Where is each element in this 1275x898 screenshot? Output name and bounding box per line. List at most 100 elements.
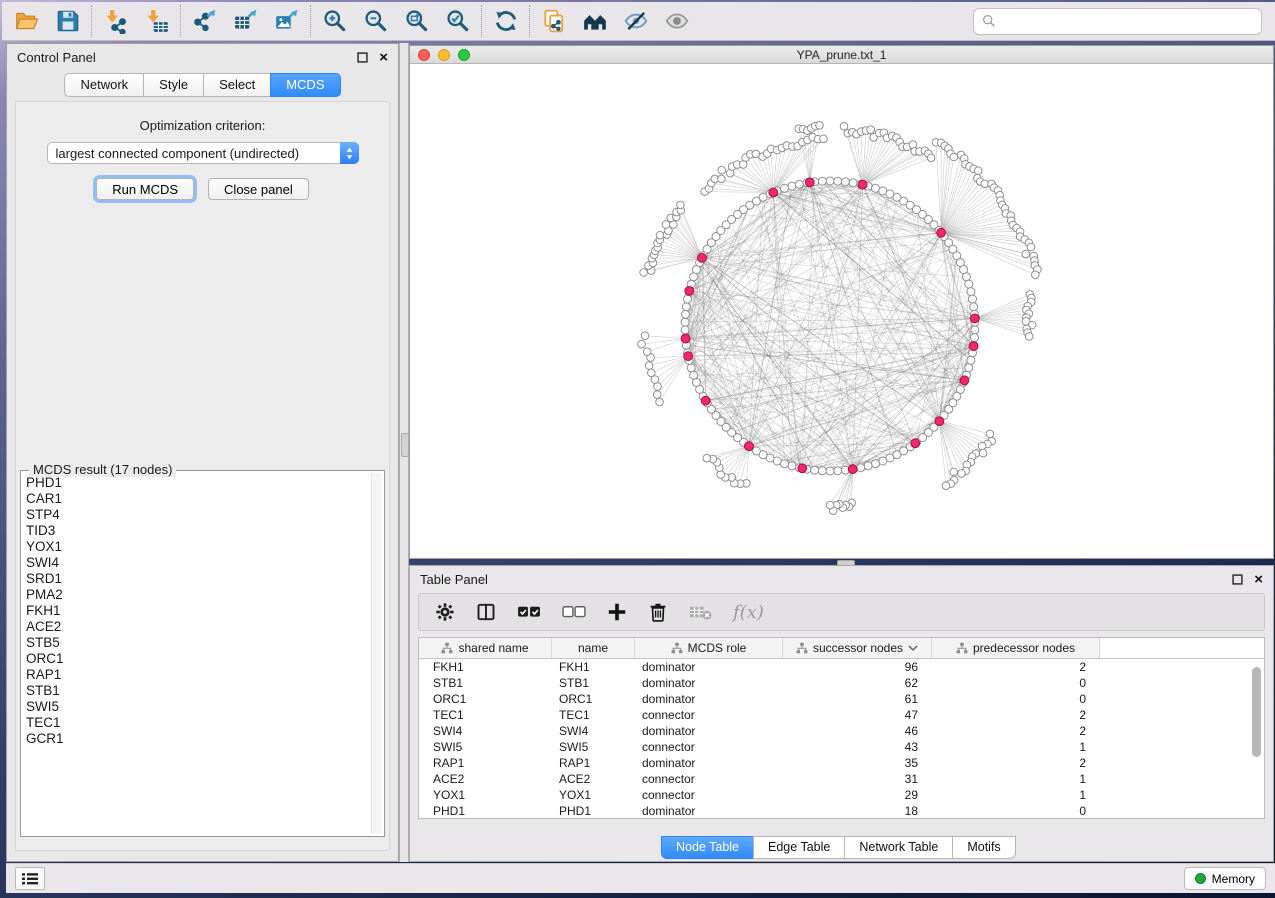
- network-canvas[interactable]: [410, 64, 1273, 558]
- mcds-result-item[interactable]: TID3: [26, 523, 370, 539]
- column-header-MCDS-role[interactable]: MCDS role: [635, 638, 783, 658]
- export-image-button[interactable]: [266, 4, 307, 38]
- column-header-predecessor-nodes[interactable]: predecessor nodes: [932, 638, 1100, 658]
- network-node[interactable]: [640, 269, 648, 277]
- network-mcds-node[interactable]: [911, 439, 920, 448]
- mcds-result-item[interactable]: FKH1: [26, 603, 370, 619]
- network-node[interactable]: [682, 310, 690, 318]
- network-mcds-node[interactable]: [969, 342, 978, 351]
- tab-node-table[interactable]: Node Table: [661, 836, 754, 859]
- zoom-fit-button[interactable]: [396, 4, 437, 38]
- table-row[interactable]: ACE2ACE2connector311: [419, 771, 1264, 787]
- float-panel-icon[interactable]: [357, 52, 368, 63]
- open-session-button[interactable]: [6, 4, 47, 38]
- close-panel-button[interactable]: Close panel: [208, 178, 309, 200]
- network-node[interactable]: [653, 391, 661, 399]
- copy-network-button[interactable]: [533, 4, 574, 38]
- network-node[interactable]: [820, 135, 828, 143]
- network-node[interactable]: [979, 449, 987, 457]
- table-row[interactable]: RAP1RAP1dominator352: [419, 755, 1264, 771]
- network-node[interactable]: [718, 166, 726, 174]
- network-node[interactable]: [781, 184, 789, 192]
- network-mcds-node[interactable]: [701, 396, 710, 405]
- network-node[interactable]: [986, 430, 994, 438]
- mcds-result-item[interactable]: RAP1: [26, 667, 370, 683]
- network-node[interactable]: [958, 470, 966, 478]
- tab-network-table[interactable]: Network Table: [844, 836, 953, 859]
- tab-network[interactable]: Network: [64, 73, 144, 97]
- network-node[interactable]: [834, 467, 842, 475]
- table-scrollbar[interactable]: [1252, 667, 1261, 757]
- vertical-splitter[interactable]: [399, 43, 409, 862]
- network-node[interactable]: [654, 383, 662, 391]
- delete-icon[interactable]: [648, 602, 668, 622]
- network-node[interactable]: [1032, 271, 1040, 279]
- close-panel-icon[interactable]: ×: [379, 52, 388, 63]
- gear-icon[interactable]: [435, 602, 455, 622]
- network-mcds-node[interactable]: [960, 376, 969, 385]
- network-node[interactable]: [681, 326, 689, 334]
- column-header-name[interactable]: name: [552, 638, 635, 658]
- delete-table-icon[interactable]: [689, 602, 712, 622]
- network-node[interactable]: [681, 318, 689, 326]
- maximize-window-button[interactable]: [458, 49, 470, 61]
- network-mcds-node[interactable]: [684, 352, 693, 361]
- close-window-button[interactable]: [418, 49, 430, 61]
- network-node[interactable]: [950, 468, 958, 476]
- network-node[interactable]: [971, 334, 979, 342]
- network-mcds-node[interactable]: [769, 188, 778, 197]
- column-header-successor-nodes[interactable]: successor nodes: [783, 638, 932, 658]
- optimization-select[interactable]: largest connected component (undirected): [47, 142, 359, 164]
- network-node[interactable]: [703, 454, 711, 462]
- result-scrollbar[interactable]: [371, 473, 382, 834]
- table-row[interactable]: SWI5SWI5connector431: [419, 739, 1264, 755]
- network-node[interactable]: [682, 303, 690, 311]
- network-node[interactable]: [690, 371, 698, 379]
- network-node[interactable]: [826, 501, 834, 509]
- network-node[interactable]: [684, 295, 692, 303]
- network-node[interactable]: [927, 154, 935, 162]
- import-table-button[interactable]: [136, 4, 177, 38]
- network-node[interactable]: [1027, 243, 1035, 251]
- network-mcds-node[interactable]: [805, 178, 814, 187]
- network-node[interactable]: [687, 364, 695, 372]
- network-node[interactable]: [841, 178, 849, 186]
- first-neighbors-button[interactable]: [574, 4, 615, 38]
- network-node[interactable]: [826, 467, 834, 475]
- table-row[interactable]: ORC1ORC1dominator610: [419, 691, 1264, 707]
- network-node[interactable]: [656, 398, 664, 406]
- network-node[interactable]: [818, 177, 826, 185]
- search-input[interactable]: [1001, 10, 1261, 32]
- zoom-selected-button[interactable]: [437, 4, 478, 38]
- network-node[interactable]: [942, 482, 950, 490]
- network-mcds-node[interactable]: [848, 465, 857, 474]
- network-mcds-node[interactable]: [970, 314, 979, 323]
- network-node[interactable]: [811, 466, 819, 474]
- network-node[interactable]: [950, 153, 958, 161]
- network-node[interactable]: [978, 442, 986, 450]
- tab-mcds[interactable]: MCDS: [270, 73, 340, 97]
- network-mcds-node[interactable]: [698, 254, 707, 263]
- table-row[interactable]: FKH1FKH1dominator962: [419, 659, 1264, 675]
- column-header-shared-name[interactable]: shared name: [419, 638, 552, 658]
- zoom-out-button[interactable]: [355, 4, 396, 38]
- mcds-result-list[interactable]: PHD1CAR1STP4TID3YOX1SWI4SRD1PMA2FKH1ACE2…: [26, 475, 370, 833]
- network-node[interactable]: [718, 175, 726, 183]
- network-node[interactable]: [645, 362, 653, 370]
- network-node[interactable]: [648, 369, 656, 377]
- zoom-in-button[interactable]: [314, 4, 355, 38]
- mcds-result-item[interactable]: STB5: [26, 635, 370, 651]
- deselect-all-icon[interactable]: [562, 602, 586, 622]
- network-node[interactable]: [677, 201, 685, 209]
- network-node[interactable]: [872, 184, 880, 192]
- table-row[interactable]: STB1STB1dominator620: [419, 675, 1264, 691]
- network-node[interactable]: [638, 340, 646, 348]
- network-node[interactable]: [967, 356, 975, 364]
- table-row[interactable]: TEC1TEC1connector472: [419, 707, 1264, 723]
- network-node[interactable]: [826, 177, 834, 185]
- table-row[interactable]: SWI4SWI4dominator462: [419, 723, 1264, 739]
- table-row[interactable]: YOX1YOX1connector291: [419, 787, 1264, 803]
- mcds-result-item[interactable]: SWI4: [26, 555, 370, 571]
- network-node[interactable]: [834, 177, 842, 185]
- run-mcds-button[interactable]: Run MCDS: [96, 178, 194, 200]
